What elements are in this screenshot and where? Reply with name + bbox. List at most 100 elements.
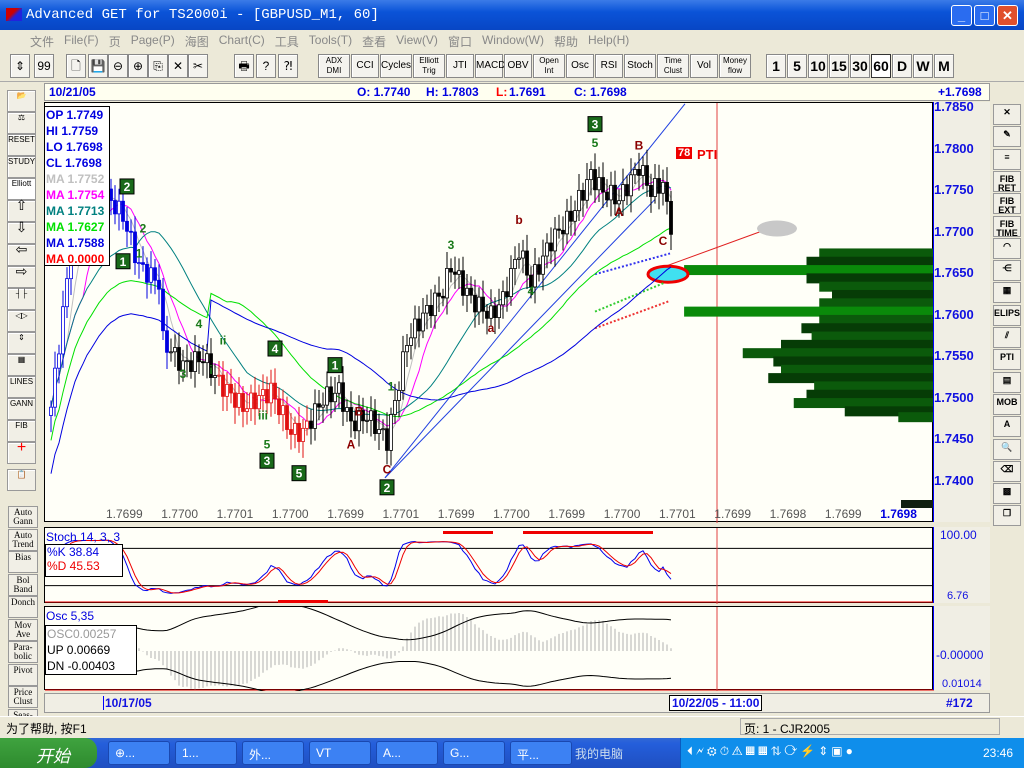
- oscillator-pane[interactable]: Osc 5,35 OSC0.00257 UP 0.00669 DN -0.004…: [44, 606, 934, 691]
- scales-icon[interactable]: ⚖: [7, 112, 36, 134]
- indicator-elliott-trig-button[interactable]: Elliott Trig: [413, 54, 445, 78]
- delete-icon[interactable]: ✕: [168, 54, 188, 78]
- taskbar-item-4[interactable]: A...: [376, 741, 438, 765]
- study-donch-button[interactable]: Donch: [8, 596, 38, 618]
- period-5-button[interactable]: 5: [787, 54, 807, 78]
- fan-icon[interactable]: ⋲: [993, 260, 1021, 282]
- lines-button[interactable]: LINES: [7, 376, 36, 398]
- new-icon[interactable]: 🗋: [66, 54, 86, 78]
- pages-icon[interactable]: ❐: [993, 505, 1021, 527]
- menu-12[interactable]: 帮助: [554, 33, 578, 50]
- study-pivot-button[interactable]: Pivot: [8, 663, 38, 686]
- pattern-icon[interactable]: ▩: [993, 483, 1021, 505]
- pti-button[interactable]: PTI: [993, 349, 1021, 371]
- study-price-clust-button[interactable]: Price Clust: [8, 686, 38, 708]
- taskbar-item-3[interactable]: VT: [309, 741, 371, 765]
- study-bol-band-button[interactable]: Bol Band: [8, 573, 38, 596]
- menu-5[interactable]: Chart(C): [219, 33, 265, 50]
- study-para-bolic-button[interactable]: Para- bolic: [8, 641, 38, 663]
- indicator-money-flow-button[interactable]: Money flow: [719, 54, 751, 78]
- menu-13[interactable]: Help(H): [588, 33, 629, 50]
- close-button[interactable]: ✕: [997, 5, 1018, 26]
- indicator-open-int-button[interactable]: Open Int: [533, 54, 565, 78]
- my-computer-toolbar[interactable]: 我的电脑: [575, 745, 623, 762]
- forward-icon[interactable]: ⊕: [128, 54, 148, 78]
- study-bias-button[interactable]: Bias: [8, 551, 38, 573]
- menu-10[interactable]: 窗口: [448, 33, 472, 50]
- print-icon[interactable]: 🖶: [234, 54, 254, 78]
- menu-9[interactable]: View(V): [396, 33, 438, 50]
- taskbar-item-1[interactable]: 1...: [175, 741, 237, 765]
- menu-7[interactable]: Tools(T): [309, 33, 352, 50]
- ellipse-button[interactable]: ELIPS: [993, 304, 1021, 326]
- taskbar-item-5[interactable]: G...: [443, 741, 505, 765]
- period-M-button[interactable]: M: [934, 54, 954, 78]
- table-icon[interactable]: ▤: [993, 371, 1021, 393]
- study-button[interactable]: STUDY: [7, 156, 36, 178]
- grid-icon[interactable]: ▦: [7, 354, 36, 376]
- period-W-button[interactable]: W: [913, 54, 933, 78]
- fib-arc-icon[interactable]: ◠: [993, 237, 1021, 259]
- indicator-obv-button[interactable]: OBV: [504, 54, 532, 78]
- price-axis[interactable]: 1.7850 1.7800 1.7750 1.7700 1.7650 1.7600 1.75…: [933, 99, 990, 522]
- price-chart[interactable]: 2 1 1 2 4 ii 3 i 4 iii 5 3 5 1 B A 1 C 2 3 a 4 b 3 5 A B C: [44, 102, 934, 523]
- fib-ext-button[interactable]: FIB EXT: [993, 193, 1021, 215]
- mob-button[interactable]: MOB: [993, 393, 1021, 415]
- pencil-icon[interactable]: ✎: [993, 126, 1021, 148]
- indicator-rsi-button[interactable]: RSI: [595, 54, 623, 78]
- taskbar-item-0[interactable]: ⊕...: [108, 741, 170, 765]
- menu-3[interactable]: Page(P): [131, 33, 175, 50]
- taskbar-item-6[interactable]: 平...: [510, 741, 572, 765]
- indicator-macd-button[interactable]: MACD: [475, 54, 505, 78]
- expand-vertical-icon[interactable]: ⇕: [7, 332, 36, 354]
- indicator-time-clust-button[interactable]: Time Clust: [657, 54, 689, 78]
- cut-icon[interactable]: ✂: [188, 54, 208, 78]
- indicator-cci-button[interactable]: CCI: [351, 54, 379, 78]
- study-auto-gann-button[interactable]: Auto Gann: [8, 506, 38, 528]
- channel-icon[interactable]: ≡: [993, 148, 1021, 170]
- start-button[interactable]: 开始: [0, 738, 97, 768]
- fib-ret-button[interactable]: FIB RET: [993, 170, 1021, 192]
- period-15-button[interactable]: 15: [829, 54, 849, 78]
- text-tool-button[interactable]: A: [993, 416, 1021, 438]
- period-1-button[interactable]: 1: [766, 54, 786, 78]
- maximize-button[interactable]: □: [974, 5, 995, 26]
- study-auto-trend-button[interactable]: Auto Trend: [8, 528, 38, 551]
- grid-icon[interactable]: ▦: [993, 282, 1021, 304]
- study-mov-ave-button[interactable]: Mov Ave: [8, 618, 38, 641]
- indicator-osc-button[interactable]: Osc: [566, 54, 594, 78]
- menu-0[interactable]: 文件: [30, 33, 54, 50]
- expand-horizontal-icon[interactable]: ◁▷: [7, 310, 36, 332]
- period-60-button[interactable]: 60: [871, 54, 891, 78]
- context-help-icon[interactable]: ⁈: [278, 54, 298, 78]
- back-icon[interactable]: ⊖: [108, 54, 128, 78]
- menu-2[interactable]: 页: [109, 33, 121, 50]
- properties-icon[interactable]: 📋: [7, 469, 36, 491]
- close-chart-icon[interactable]: ✕: [993, 104, 1021, 125]
- indicator-vol-button[interactable]: Vol: [690, 54, 718, 78]
- tray-icons[interactable]: ⏴🗲⚙⏱⚠▦▦⇅⟳⚡⇕▣●: [687, 744, 856, 759]
- menu-8[interactable]: 查看: [362, 33, 386, 50]
- eraser-icon[interactable]: ⌫: [993, 460, 1021, 482]
- quote-icon[interactable]: 99: [34, 54, 54, 78]
- copy-icon[interactable]: ⎘: [148, 54, 168, 78]
- parallel-icon[interactable]: ⫽: [993, 327, 1021, 348]
- menu-1[interactable]: File(F): [64, 33, 99, 50]
- arrow-right-icon[interactable]: ⇨: [7, 264, 36, 288]
- help-icon[interactable]: ?: [256, 54, 276, 78]
- taskbar-item-2[interactable]: 外...: [242, 741, 304, 765]
- open-icon[interactable]: 📂: [7, 90, 36, 112]
- save-icon[interactable]: 💾: [88, 54, 108, 78]
- period-10-button[interactable]: 10: [808, 54, 828, 78]
- gann-button[interactable]: GANN: [7, 398, 36, 420]
- period-D-button[interactable]: D: [892, 54, 912, 78]
- reset-button[interactable]: RESET: [7, 134, 36, 156]
- menu-11[interactable]: Window(W): [482, 33, 544, 50]
- period-30-button[interactable]: 30: [850, 54, 870, 78]
- indicator-adx-dmi-button[interactable]: ADX DMI: [318, 54, 350, 78]
- stochastic-pane[interactable]: Stoch 14, 3, 3 %K 38.84 %D 45.53: [44, 527, 934, 604]
- compress-icon[interactable]: ┤├: [7, 288, 36, 310]
- crosshair-icon[interactable]: +: [7, 440, 36, 464]
- indicator-cycles-button[interactable]: Cycles: [380, 54, 412, 78]
- fib-time-button[interactable]: FIB TIME: [993, 215, 1021, 237]
